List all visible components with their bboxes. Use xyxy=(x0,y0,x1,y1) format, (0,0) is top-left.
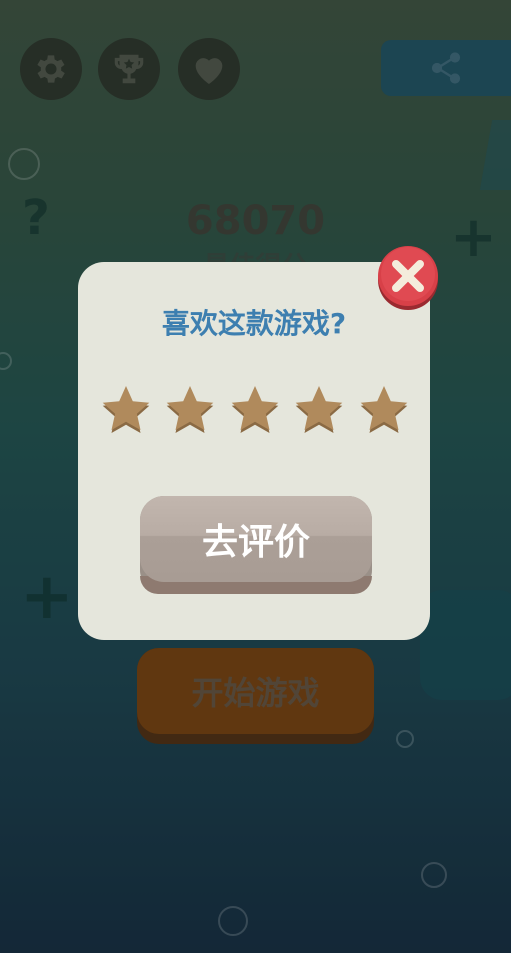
star-rating xyxy=(96,380,416,444)
star-3[interactable] xyxy=(225,380,285,440)
close-icon xyxy=(378,246,438,310)
rating-dialog: 喜欢这款游戏? 去评价 xyxy=(78,262,430,640)
star-1[interactable] xyxy=(96,380,156,440)
star-4[interactable] xyxy=(289,380,349,440)
star-2[interactable] xyxy=(160,380,220,440)
rate-button-label: 去评价 xyxy=(140,496,372,582)
rate-button[interactable]: 去评价 xyxy=(140,496,372,594)
close-dialog-button[interactable] xyxy=(376,244,440,310)
star-5[interactable] xyxy=(354,380,414,440)
